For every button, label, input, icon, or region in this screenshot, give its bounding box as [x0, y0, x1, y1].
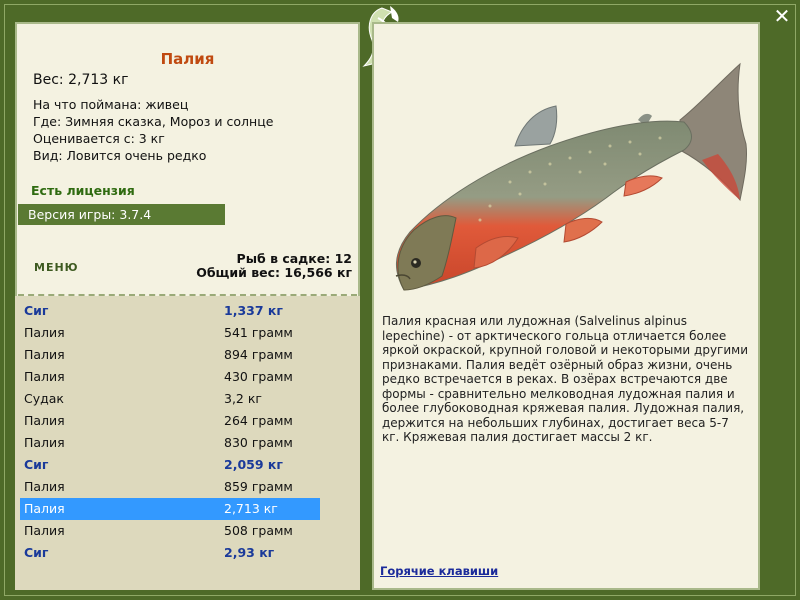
catch-name: Сиг: [24, 457, 49, 472]
catch-weight: 894 грамм: [224, 347, 293, 362]
cage-total-weight: Общий вес: 16,566 кг: [196, 265, 352, 280]
catch-list-item[interactable]: Палия 894 грамм: [20, 344, 320, 366]
catch-name: Палия: [24, 523, 65, 538]
close-icon: ✕: [773, 4, 791, 28]
catch-weight: 3,2 кг: [224, 391, 262, 406]
catch-weight: 830 грамм: [224, 435, 293, 450]
catch-name: Палия: [24, 501, 65, 516]
catch-list: Сиг 1,337 кг Палия 541 грамм Палия 894 грам…: [15, 296, 360, 590]
catch-weight: 2,93 кг: [224, 545, 275, 560]
catch-list-item[interactable]: Палия 508 грамм: [20, 520, 320, 542]
menu-button[interactable]: МЕНЮ: [34, 261, 79, 274]
catch-list-item[interactable]: Сиг 2,93 кг: [20, 542, 320, 564]
catch-list-item-selected[interactable]: Палия 2,713 кг: [20, 498, 320, 520]
catch-list-item[interactable]: Палия 830 грамм: [20, 432, 320, 454]
catch-name: Палия: [24, 413, 65, 428]
fish-kind: Вид: Ловится очень редко: [33, 148, 207, 163]
catch-name: Палия: [24, 369, 65, 384]
catch-list-item[interactable]: Палия 541 грамм: [20, 322, 320, 344]
hotkeys-link[interactable]: Горячие клавиши: [380, 564, 498, 578]
catch-name: Сиг: [24, 303, 49, 318]
catch-name: Палия: [24, 347, 65, 362]
fish-description-panel: Палия красная или лудожная (Salvelinus a…: [372, 22, 760, 590]
catch-weight: 508 грамм: [224, 523, 293, 538]
catch-name: Палия: [24, 479, 65, 494]
catch-weight: 1,337 кг: [224, 303, 283, 318]
fish-details: На что поймана: живец Где: Зимняя сказка…: [33, 96, 273, 164]
close-button[interactable]: ✕: [770, 5, 794, 27]
catch-weight: 2,059 кг: [224, 457, 283, 472]
catch-name: Палия: [24, 325, 65, 340]
fish-bait: На что поймана: живец: [33, 97, 189, 112]
cage-stats: Рыб в садке: 12 Общий вес: 16,566 кг: [196, 252, 352, 280]
catch-list-item[interactable]: Палия 430 грамм: [20, 366, 320, 388]
catch-list-item[interactable]: Сиг 1,337 кг: [20, 300, 320, 322]
catch-weight: 264 грамм: [224, 413, 293, 428]
catch-name: Палия: [24, 435, 65, 450]
catch-weight: 430 грамм: [224, 369, 293, 384]
cage-fish-count: Рыб в садке: 12: [236, 251, 352, 266]
fish-location: Где: Зимняя сказка, Мороз и солнце: [33, 114, 274, 129]
catch-list-item[interactable]: Палия 859 грамм: [20, 476, 320, 498]
catch-name: Судак: [24, 391, 64, 406]
fish-info-panel: Палия Вес: 2,713 кг На что поймана: живе…: [15, 22, 360, 590]
fish-description: Палия красная или лудожная (Salvelinus a…: [382, 314, 749, 444]
catch-weight: 859 грамм: [224, 479, 293, 494]
license-status: Есть лицензия: [31, 183, 135, 198]
catch-list-item[interactable]: Сиг 2,059 кг: [20, 454, 320, 476]
fish-name-title: Палия: [160, 50, 215, 68]
catch-list-item[interactable]: Судак 3,2 кг: [20, 388, 320, 410]
fish-weight: Вес: 2,713 кг: [33, 72, 129, 88]
catch-weight: 541 грамм: [224, 325, 293, 340]
fish-valued-from: Оценивается с: 3 кг: [33, 131, 165, 146]
game-version-bar: Версия игры: 3.7.4: [18, 204, 225, 225]
catch-weight: 2,713 кг: [224, 501, 278, 516]
catch-name: Сиг: [24, 545, 49, 560]
char-fish-image: [395, 62, 747, 291]
catch-list-item[interactable]: Палия 264 грамм: [20, 410, 320, 432]
